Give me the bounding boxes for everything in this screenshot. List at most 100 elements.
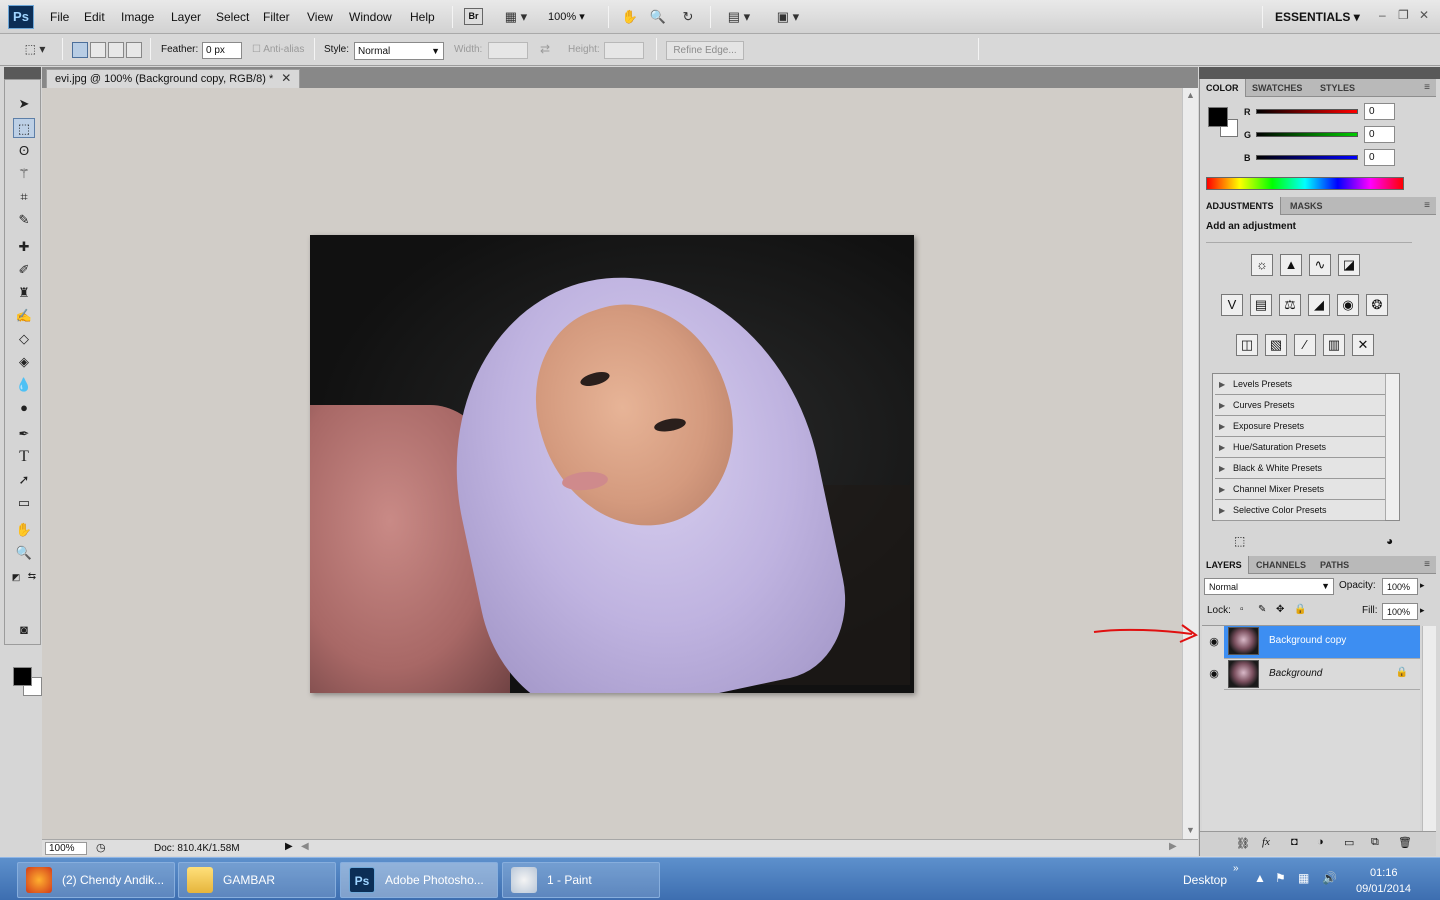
zoom-level-dropdown[interactable]: 100% ▾ — [548, 10, 585, 23]
fill-slider-arrow-icon[interactable]: ▸ — [1420, 605, 1425, 616]
height-input[interactable] — [604, 42, 644, 59]
subtract-from-selection-button[interactable] — [108, 42, 124, 58]
menu-edit[interactable]: Edit — [84, 10, 105, 24]
paint-bucket-tool-icon[interactable]: ◈ — [13, 352, 35, 372]
swap-colors-icon[interactable]: ⇆ — [25, 567, 39, 587]
canvas-vertical-scrollbar[interactable]: ▲ ▼ — [1182, 88, 1198, 839]
layer-visibility-eye-icon[interactable]: ◉ — [1205, 626, 1223, 658]
green-channel-input[interactable]: 0 — [1364, 126, 1395, 143]
hand-tool-icon[interactable]: ✋ — [620, 7, 640, 27]
menu-layer[interactable]: Layer — [171, 10, 201, 24]
launch-bridge-button[interactable]: Br — [464, 8, 483, 25]
tab-channels[interactable]: CHANNELS — [1250, 556, 1312, 574]
layers-scrollbar[interactable] — [1422, 626, 1436, 832]
menu-view[interactable]: View — [307, 10, 333, 24]
layer-visibility-eye-icon[interactable]: ◉ — [1205, 658, 1223, 690]
list-item[interactable]: ▶ Levels Presets — [1215, 374, 1385, 395]
tab-layers[interactable]: LAYERS — [1200, 556, 1249, 574]
desktop-toolbar-label[interactable]: Desktop — [1183, 873, 1227, 887]
blend-mode-select[interactable]: Normal ▼ — [1204, 578, 1334, 595]
green-channel-slider[interactable] — [1256, 132, 1358, 137]
path-selection-tool-icon[interactable]: ➚ — [13, 470, 35, 490]
opacity-slider-arrow-icon[interactable]: ▸ — [1420, 580, 1425, 591]
move-tool-icon[interactable]: ➤ — [13, 94, 35, 114]
close-icon[interactable]: ✕ — [1419, 8, 1429, 22]
color-spectrum-bar[interactable] — [1206, 177, 1404, 190]
refine-edge-button[interactable]: Refine Edge... — [666, 41, 744, 60]
screen-mode-icon[interactable]: ▣ ▾ — [770, 7, 806, 27]
view-extras-icon[interactable]: ▦ ▾ — [498, 7, 534, 27]
dodge-tool-icon[interactable]: ● — [13, 398, 35, 418]
minimize-icon[interactable]: – — [1379, 8, 1386, 22]
type-tool-icon[interactable]: T — [13, 447, 35, 467]
taskbar-firefox[interactable]: (2) Chendy Andik... — [17, 862, 175, 898]
history-brush-tool-icon[interactable]: ✍ — [13, 306, 35, 326]
opacity-input[interactable]: 100% — [1382, 578, 1418, 595]
scroll-up-icon[interactable]: ▲ — [1186, 90, 1195, 100]
right-panel-header[interactable] — [1199, 67, 1440, 79]
workspace-switcher[interactable]: ESSENTIALS ▾ — [1275, 10, 1360, 24]
brush-tool-icon[interactable]: ✐ — [13, 260, 35, 280]
lock-position-icon[interactable]: ✥ — [1276, 604, 1284, 615]
network-icon[interactable]: ▦ — [1298, 871, 1309, 885]
blue-channel-input[interactable]: 0 — [1364, 149, 1395, 166]
taskbar-paint[interactable]: 1 - Paint — [502, 862, 660, 898]
red-channel-input[interactable]: 0 — [1364, 103, 1395, 120]
new-group-icon[interactable]: ▭ — [1344, 836, 1354, 849]
link-layers-icon[interactable]: ⛓ — [1236, 837, 1250, 850]
new-adjustment-layer-icon[interactable]: ◑ — [1317, 836, 1324, 848]
delete-layer-icon[interactable]: 🗑 — [1398, 836, 1412, 849]
lock-image-icon[interactable]: ✎ — [1258, 604, 1266, 615]
intersect-selection-button[interactable] — [126, 42, 142, 58]
rectangle-tool-icon[interactable]: ▭ — [13, 493, 35, 513]
magic-wand-tool-icon[interactable]: ⚚ — [13, 164, 35, 184]
canvas-area[interactable] — [42, 88, 1182, 839]
tab-adjustments[interactable]: ADJUSTMENTS — [1200, 197, 1281, 215]
close-document-icon[interactable]: ✕ — [281, 71, 291, 85]
list-item[interactable]: ▶ Hue/Saturation Presets — [1215, 437, 1385, 458]
show-hidden-icons-icon[interactable]: ▲ — [1254, 871, 1266, 885]
add-mask-icon[interactable]: ◘ — [1291, 836, 1298, 848]
panel-menu-icon[interactable]: ≡ — [1424, 559, 1430, 570]
eyedropper-tool-icon[interactable]: ✎ — [13, 210, 35, 230]
list-item[interactable]: ▶ Curves Presets — [1215, 395, 1385, 416]
add-to-selection-button[interactable] — [90, 42, 106, 58]
scroll-right-icon[interactable]: ▶ — [1169, 841, 1177, 852]
presets-scrollbar[interactable] — [1385, 374, 1399, 520]
list-item[interactable]: ▶ Black & White Presets — [1215, 458, 1385, 479]
red-channel-slider[interactable] — [1256, 109, 1358, 114]
tools-panel-header[interactable] — [4, 67, 41, 79]
tab-swatches[interactable]: SWATCHES — [1246, 79, 1308, 97]
black-white-icon[interactable]: ◢ — [1308, 294, 1330, 316]
tab-color[interactable]: COLOR — [1200, 79, 1246, 97]
crop-tool-icon[interactable]: ⌗ — [13, 187, 35, 207]
return-to-list-icon[interactable]: ⬚ — [1234, 534, 1245, 548]
fill-input[interactable]: 100% — [1382, 603, 1418, 620]
action-center-flag-icon[interactable]: ⚑ — [1275, 871, 1286, 885]
curves-icon[interactable]: ∿ — [1309, 254, 1331, 276]
swap-dimensions-icon[interactable]: ⇄ — [540, 42, 550, 56]
width-input[interactable] — [488, 42, 528, 59]
new-layer-icon[interactable]: ⧉ — [1371, 836, 1379, 849]
threshold-icon[interactable]: ⁄ — [1294, 334, 1316, 356]
foreground-color-chip[interactable] — [1208, 107, 1228, 127]
list-item[interactable]: ▶ Exposure Presets — [1215, 416, 1385, 437]
healing-brush-tool-icon[interactable]: ✚ — [13, 237, 35, 257]
list-item[interactable]: ▶ Selective Color Presets — [1215, 500, 1385, 521]
lock-all-icon[interactable]: 🔒 — [1294, 604, 1306, 615]
scroll-down-icon[interactable]: ▼ — [1186, 825, 1195, 835]
invert-icon[interactable]: ◫ — [1236, 334, 1258, 356]
lock-transparent-icon[interactable]: ▫ — [1240, 604, 1244, 615]
eraser-tool-icon[interactable]: ◇ — [13, 329, 35, 349]
zoom-status-input[interactable]: 100% — [45, 842, 87, 855]
posterize-icon[interactable]: ▧ — [1265, 334, 1287, 356]
list-item[interactable]: ▶ Channel Mixer Presets — [1215, 479, 1385, 500]
menu-window[interactable]: Window — [349, 10, 392, 24]
hand-tool-icon[interactable]: ✋ — [13, 520, 35, 540]
zoom-tool-icon[interactable]: 🔍 — [648, 7, 668, 27]
style-select[interactable]: Normal ▼ — [354, 42, 444, 60]
menu-filter[interactable]: Filter — [263, 10, 290, 24]
rotate-view-icon[interactable]: ↻ — [677, 7, 699, 27]
arrange-documents-icon[interactable]: ▤ ▾ — [722, 7, 756, 27]
layer-row-background-copy[interactable]: Background copy — [1224, 626, 1420, 658]
